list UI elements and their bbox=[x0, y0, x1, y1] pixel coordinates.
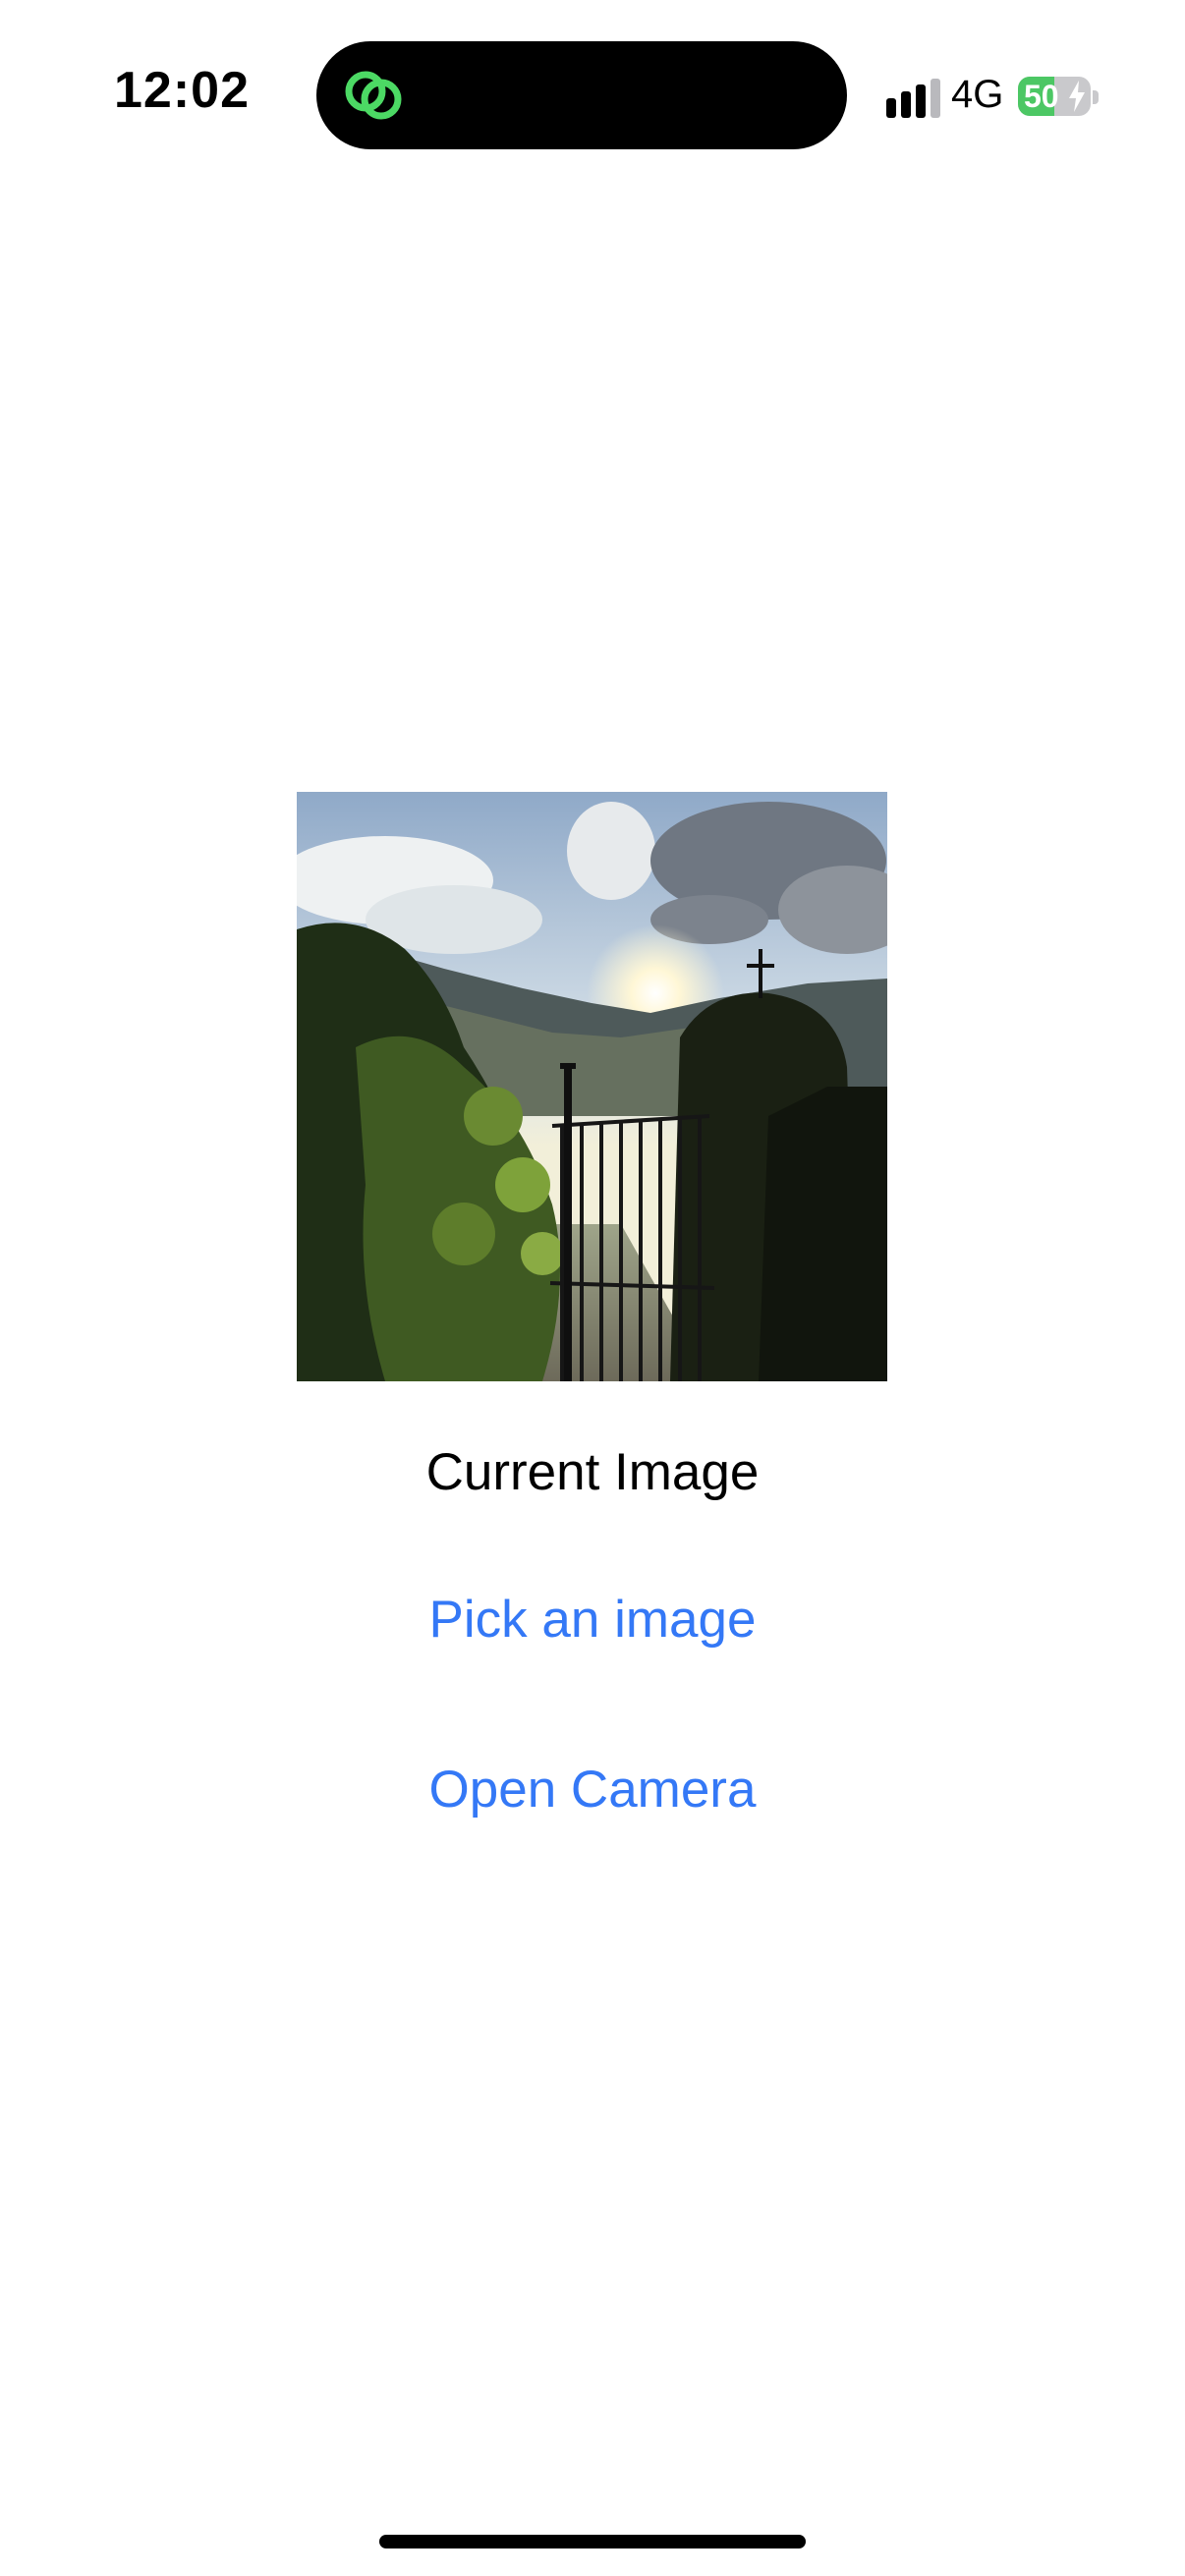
pick-image-button[interactable]: Pick an image bbox=[0, 1590, 1185, 1650]
current-image bbox=[297, 792, 887, 1381]
open-camera-button[interactable]: Open Camera bbox=[0, 1760, 1185, 1820]
home-indicator[interactable] bbox=[379, 2535, 806, 2548]
charging-bolt-icon bbox=[1069, 81, 1085, 112]
photo-gate-sunset bbox=[297, 792, 887, 1381]
app-screen: 12:02 4G 50 Current Image Pick an image … bbox=[0, 0, 1185, 2576]
current-image-caption: Current Image bbox=[425, 1443, 760, 1501]
status-time: 12:02 bbox=[114, 62, 250, 119]
battery-icon: 50 bbox=[1018, 77, 1091, 116]
dynamic-island bbox=[316, 41, 847, 149]
battery-cap bbox=[1093, 90, 1099, 104]
battery-percent: 50 bbox=[1024, 79, 1059, 114]
linked-circles-icon bbox=[345, 71, 402, 120]
signal-strength-icon bbox=[886, 79, 940, 118]
network-type: 4G bbox=[951, 73, 1004, 116]
